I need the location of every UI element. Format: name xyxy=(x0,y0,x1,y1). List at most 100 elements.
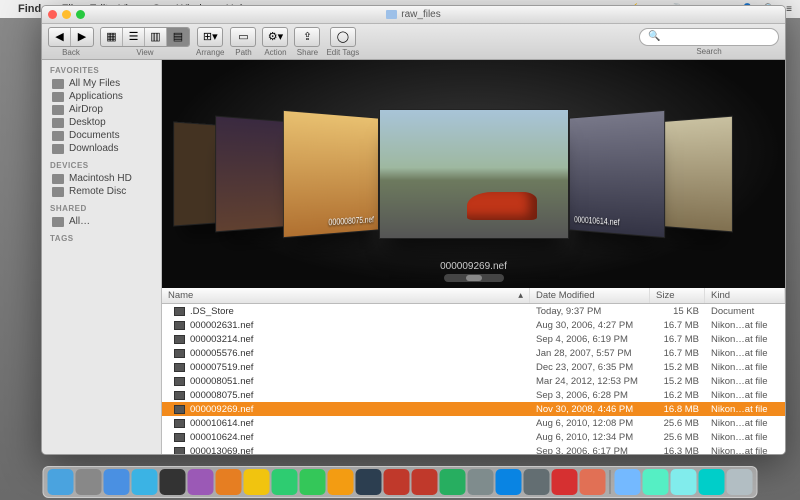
finder-window: raw_files ◀ ▶ Back ▦ ☰ ▥ ▤ View ⊞▾ Arran… xyxy=(41,5,786,455)
coverflow-item[interactable]: 000008075.nef xyxy=(282,110,378,238)
dock-icon-trash[interactable] xyxy=(727,469,753,495)
back-button[interactable]: ◀ xyxy=(49,28,71,46)
column-view-button[interactable]: ▥ xyxy=(145,28,167,46)
dock-icon-maps[interactable] xyxy=(300,469,326,495)
column-header-date[interactable]: Date Modified xyxy=(530,288,650,303)
file-date: Aug 30, 2006, 4:27 PM xyxy=(530,318,650,333)
view-switcher[interactable]: ▦ ☰ ▥ ▤ xyxy=(100,27,190,47)
search-field[interactable]: 🔍 xyxy=(639,28,779,46)
file-icon xyxy=(174,335,185,344)
table-row[interactable]: 000003214.nefSep 4, 2006, 6:19 PM16.7 MB… xyxy=(162,332,785,346)
sidebar-item[interactable]: AirDrop xyxy=(42,103,161,116)
coverflow-area[interactable]: 000008075.nef 000010614.nef 000009269.ne… xyxy=(162,60,785,288)
share-button[interactable]: ⇪ xyxy=(294,27,320,47)
sidebar-item-icon xyxy=(52,79,64,89)
dock-icon-messages[interactable] xyxy=(272,469,298,495)
sidebar-item[interactable]: Desktop xyxy=(42,116,161,129)
file-icon xyxy=(174,349,185,358)
dock-icon-launchpad[interactable] xyxy=(76,469,102,495)
dock-icon-terminal[interactable] xyxy=(160,469,186,495)
table-row[interactable]: 000009269.nef Nov 30, 2008, 4:46 PM16.8 M… xyxy=(162,402,785,416)
column-header-kind[interactable]: Kind xyxy=(705,288,785,303)
table-row[interactable]: 000010624.nefAug 6, 2010, 12:34 PM25.6 M… xyxy=(162,430,785,444)
sidebar-item-icon xyxy=(52,217,64,227)
dock-icon-safari[interactable] xyxy=(104,469,130,495)
coverflow-item[interactable]: 000010614.nef xyxy=(569,110,665,238)
file-name: 000005576.nef xyxy=(190,348,253,359)
window-close-button[interactable] xyxy=(48,10,57,19)
sidebar-item[interactable]: Remote Disc xyxy=(42,185,161,198)
dock-icon-reader[interactable] xyxy=(412,469,438,495)
dock-icon-folder1[interactable] xyxy=(643,469,669,495)
dock-icon-mail[interactable] xyxy=(132,469,158,495)
sidebar-item[interactable]: Documents xyxy=(42,129,161,142)
sidebar-item[interactable]: All My Files xyxy=(42,77,161,90)
dock-icon-btt[interactable] xyxy=(468,469,494,495)
coverflow-scrollbar[interactable] xyxy=(444,274,504,282)
window-zoom-button[interactable] xyxy=(76,10,85,19)
dock-icon-calendar[interactable] xyxy=(580,469,606,495)
file-icon xyxy=(174,307,185,316)
dock-icon-notes[interactable] xyxy=(244,469,270,495)
file-icon xyxy=(174,363,185,372)
sidebar-section-title: TAGS xyxy=(42,232,161,245)
icon-view-button[interactable]: ▦ xyxy=(101,28,123,46)
window-minimize-button[interactable] xyxy=(62,10,71,19)
dock-icon-finder[interactable] xyxy=(48,469,74,495)
coverflow-center-caption: 000009269.nef xyxy=(162,261,785,272)
dock-icon-illustrator[interactable] xyxy=(328,469,354,495)
edit-tags-button[interactable]: ◯ xyxy=(330,27,356,47)
column-header-name[interactable]: Name ▴ xyxy=(162,288,530,303)
sidebar-item[interactable]: Applications xyxy=(42,90,161,103)
sidebar-item[interactable]: Macintosh HD xyxy=(42,172,161,185)
file-icon xyxy=(174,433,185,442)
dock-icon-preview[interactable] xyxy=(188,469,214,495)
table-row[interactable]: 000007519.nefDec 23, 2007, 6:35 PM15.2 M… xyxy=(162,360,785,374)
dock-icon-reminders[interactable] xyxy=(216,469,242,495)
dock-icon-appstore[interactable] xyxy=(496,469,522,495)
file-name: 000009269.nef xyxy=(190,404,253,415)
file-date: Aug 6, 2010, 12:34 PM xyxy=(530,430,650,445)
table-row[interactable]: .DS_StoreToday, 9:37 PM15 KBDocument xyxy=(162,304,785,318)
table-row[interactable]: 000010614.nefAug 6, 2010, 12:08 PM25.6 M… xyxy=(162,416,785,430)
table-row[interactable]: 000002631.nefAug 30, 2006, 4:27 PM16.7 M… xyxy=(162,318,785,332)
file-name: .DS_Store xyxy=(190,306,234,317)
sidebar-item[interactable]: All… xyxy=(42,215,161,228)
dock-icon-systemprefs[interactable] xyxy=(524,469,550,495)
forward-button[interactable]: ▶ xyxy=(71,28,93,46)
table-row[interactable]: 000005576.nefJan 28, 2007, 5:57 PM16.7 M… xyxy=(162,346,785,360)
file-date: Jan 28, 2007, 5:57 PM xyxy=(530,346,650,361)
file-kind: Nikon…at file xyxy=(705,444,785,455)
coverflow-view-button[interactable]: ▤ xyxy=(167,28,189,46)
titlebar[interactable]: raw_files xyxy=(42,6,785,24)
notification-center-icon[interactable]: ≡ xyxy=(786,4,792,15)
sidebar-item-icon xyxy=(52,92,64,102)
dock-icon-indesign[interactable] xyxy=(384,469,410,495)
dock-icon-cloud[interactable] xyxy=(615,469,641,495)
dock-icon-downloads[interactable] xyxy=(699,469,725,495)
table-row[interactable]: 000008051.nefMar 24, 2012, 12:53 PM15.2 … xyxy=(162,374,785,388)
table-row[interactable]: 000008075.nefSep 3, 2006, 6:28 PM16.2 MB… xyxy=(162,388,785,402)
file-size: 16.8 MB xyxy=(650,402,705,417)
arrange-button[interactable]: ⊞▾ xyxy=(197,27,223,47)
back-forward-buttons[interactable]: ◀ ▶ xyxy=(48,27,94,47)
dock-icon-photoshop[interactable] xyxy=(356,469,382,495)
coverflow-center-item[interactable] xyxy=(379,109,569,239)
sidebar-section-title: FAVORITES xyxy=(42,64,161,77)
sidebar-item[interactable]: Downloads xyxy=(42,142,161,155)
toolbar: ◀ ▶ Back ▦ ☰ ▥ ▤ View ⊞▾ Arrange ▭ Path … xyxy=(42,24,785,60)
file-date: Nov 30, 2008, 4:46 PM xyxy=(530,402,650,417)
path-button[interactable]: ▭ xyxy=(230,27,256,47)
dock-icon-parallels[interactable] xyxy=(552,469,578,495)
file-kind: Nikon…at file xyxy=(705,416,785,431)
file-icon xyxy=(174,391,185,400)
file-date: Sep 3, 2006, 6:28 PM xyxy=(530,388,650,403)
action-button[interactable]: ⚙▾ xyxy=(262,27,288,47)
list-view-button[interactable]: ☰ xyxy=(123,28,145,46)
table-row[interactable]: 000013069.nefSep 3, 2006, 6:17 PM16.3 MB… xyxy=(162,444,785,454)
file-date: Mar 24, 2012, 12:53 PM xyxy=(530,374,650,389)
dock-icon-numbers[interactable] xyxy=(440,469,466,495)
sidebar-item-label: AirDrop xyxy=(69,104,103,115)
column-header-size[interactable]: Size xyxy=(650,288,705,303)
dock-icon-folder2[interactable] xyxy=(671,469,697,495)
